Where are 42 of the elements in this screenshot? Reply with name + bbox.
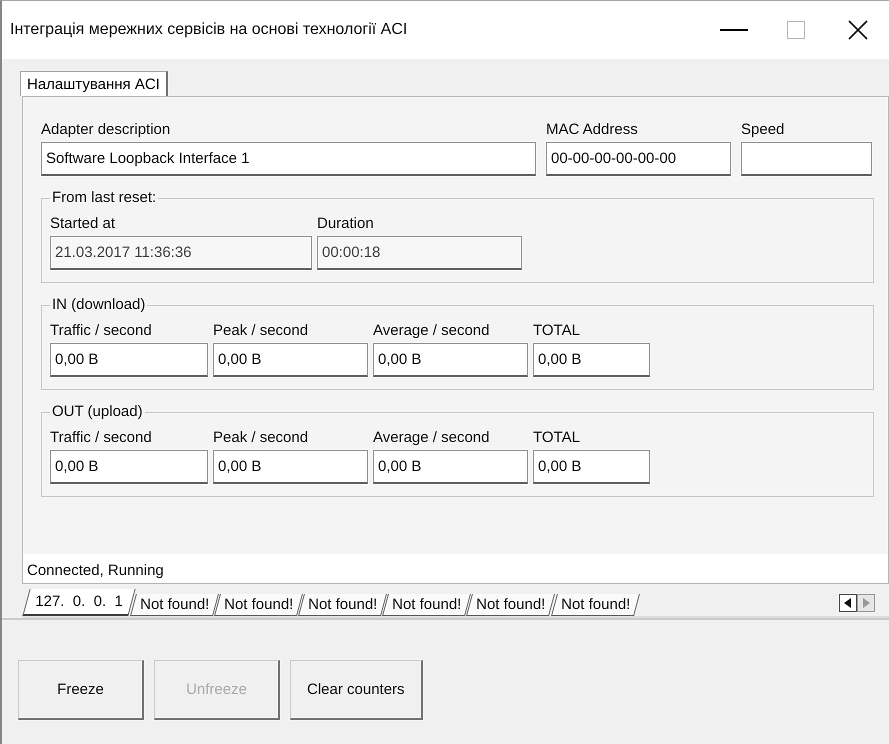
text-field[interactable]: 0,00 B xyxy=(50,343,208,377)
interface-tab[interactable]: Not found! xyxy=(130,594,219,616)
text-field[interactable]: 0,00 B xyxy=(213,450,368,484)
text-field[interactable]: 0,00 B xyxy=(373,343,528,377)
interface-tab[interactable]: Not found! xyxy=(466,594,556,616)
interface-tab[interactable]: Not found! xyxy=(382,594,472,616)
group-title: OUT (upload) xyxy=(50,403,145,420)
field-label: Traffic / second xyxy=(50,428,153,448)
action-button[interactable]: Freeze xyxy=(18,660,144,720)
field-label: TOTAL xyxy=(533,428,581,448)
field-label: Average / second xyxy=(373,428,490,448)
status-text: Connected, Running xyxy=(23,554,888,583)
minimize-icon xyxy=(720,28,748,32)
interface-tab[interactable]: Not found! xyxy=(214,594,303,616)
tab[interactable]: Налаштування ACI xyxy=(20,71,168,96)
action-button[interactable]: Clear counters xyxy=(290,660,423,720)
window-title: Інтеграція мережних сервісів на основі технології ACI xyxy=(10,21,408,39)
field-label: Speed xyxy=(741,120,786,140)
group-title: IN (download) xyxy=(50,296,148,313)
text-field[interactable]: Software Loopback Interface 1 xyxy=(41,142,536,176)
text-field[interactable]: 0,00 B xyxy=(533,343,650,377)
field-label: Started at xyxy=(50,214,116,234)
interface-tab[interactable]: 127. 0. 0. 1 xyxy=(22,589,136,616)
text-field[interactable]: 0,00 B xyxy=(533,450,650,484)
close-icon xyxy=(848,20,868,40)
interface-tab[interactable]: Not found! xyxy=(298,594,388,616)
text-field[interactable]: 0,00 B xyxy=(213,343,368,377)
tab-scroll-arrows-icon[interactable] xyxy=(839,594,875,612)
text-field[interactable]: 0,00 B xyxy=(373,450,528,484)
interface-tab[interactable]: Not found! xyxy=(550,594,640,616)
text-field[interactable]: 0,00 B xyxy=(50,450,208,484)
field-label: Peak / second xyxy=(213,428,310,448)
text-field[interactable] xyxy=(741,142,872,176)
field-label: Average / second xyxy=(373,321,490,341)
field-label: Traffic / second xyxy=(50,321,153,341)
maximize-icon xyxy=(787,21,805,39)
field-label: MAC Address xyxy=(546,120,639,140)
field-label: Duration xyxy=(317,214,375,234)
text-field[interactable]: 00-00-00-00-00-00 xyxy=(546,142,731,176)
field-label: TOTAL xyxy=(533,321,581,341)
field-label: Peak / second xyxy=(213,321,310,341)
field-label: Adapter description xyxy=(41,120,172,140)
